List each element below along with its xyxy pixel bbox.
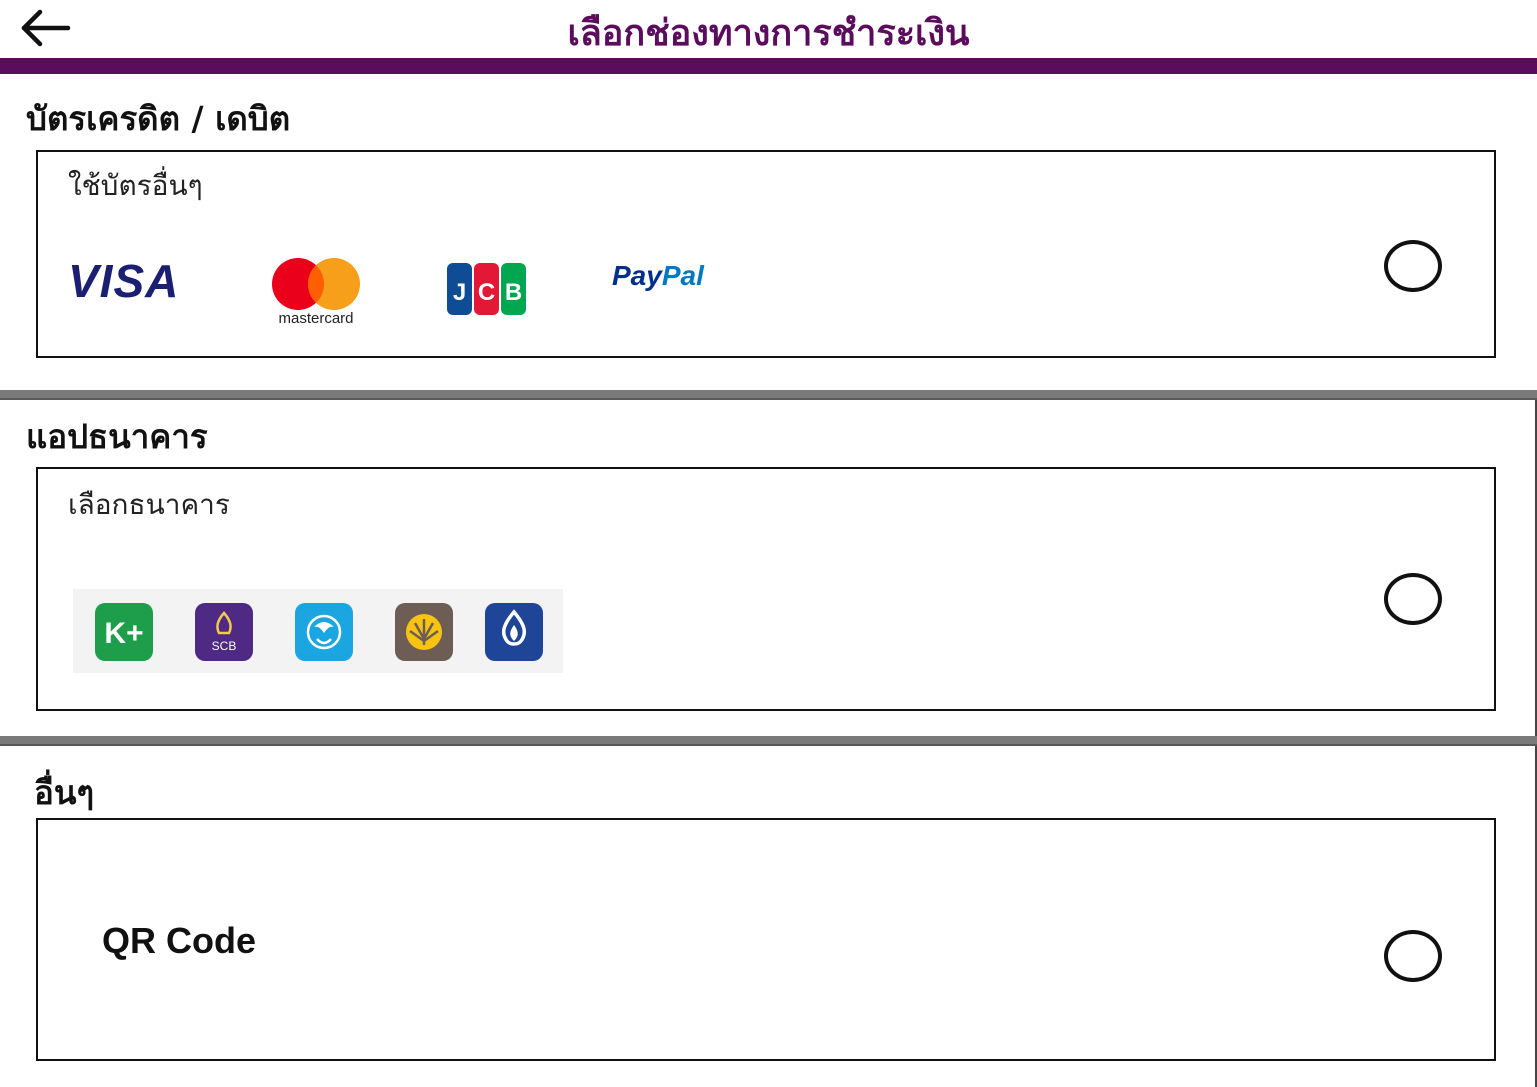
kplus-bank-icon[interactable]: K+ bbox=[95, 603, 153, 661]
qr-code-label: QR Code bbox=[102, 920, 257, 961]
bank-logos-strip: K+ SCB bbox=[73, 589, 563, 673]
svg-text:K+: K+ bbox=[104, 617, 143, 650]
paypal-pal-text: Pal bbox=[661, 260, 704, 291]
other-section-title: อื่นๆ bbox=[34, 773, 95, 812]
jcb-logo: J C B bbox=[446, 262, 528, 316]
section-divider bbox=[0, 390, 1537, 400]
payment-method-page: เลือกช่องทางการชำระเงิน บัตรเครดิต / เดบ… bbox=[0, 0, 1537, 1087]
card-radio[interactable] bbox=[1384, 240, 1442, 292]
bank-section-title: แอปธนาคาร bbox=[26, 417, 208, 456]
visa-logo: VISA bbox=[68, 255, 180, 307]
krungthai-bank-icon[interactable] bbox=[295, 603, 353, 661]
mastercard-logo: mastercard bbox=[260, 256, 372, 332]
krungsri-bank-icon[interactable] bbox=[395, 603, 453, 661]
mastercard-circles-icon bbox=[272, 258, 360, 310]
mastercard-wordmark: mastercard bbox=[278, 310, 354, 327]
header-accent-bar bbox=[0, 58, 1537, 74]
bank-option[interactable]: เลือกธนาคาร K+ SCB bbox=[36, 467, 1496, 711]
scb-bank-icon[interactable]: SCB bbox=[195, 603, 253, 661]
bangkok-bank-icon[interactable] bbox=[485, 603, 543, 661]
paypal-pay-text: Pay bbox=[612, 260, 662, 291]
card-option[interactable]: ใช้บัตรอื่นๆ VISA mastercard J C B PayPa… bbox=[36, 150, 1496, 358]
header: เลือกช่องทางการชำระเงิน bbox=[0, 0, 1537, 58]
bank-option-label: เลือกธนาคาร bbox=[68, 488, 230, 521]
svg-text:C: C bbox=[478, 279, 495, 306]
paypal-logo: PayPal bbox=[612, 260, 704, 292]
card-option-label: ใช้บัตรอื่นๆ bbox=[68, 169, 203, 202]
jcb-icon: J C B bbox=[447, 263, 526, 315]
svg-text:B: B bbox=[505, 279, 522, 306]
page-title: เลือกช่องทางการชำระเงิน bbox=[567, 13, 970, 54]
section-divider bbox=[0, 736, 1537, 746]
qr-code-option[interactable]: QR Code bbox=[36, 818, 1496, 1061]
svg-text:SCB: SCB bbox=[212, 639, 237, 653]
bank-radio[interactable] bbox=[1384, 573, 1442, 625]
svg-text:J: J bbox=[453, 279, 466, 306]
card-section-title: บัตรเครดิต / เดบิต bbox=[26, 99, 291, 138]
qr-code-radio[interactable] bbox=[1384, 930, 1442, 982]
